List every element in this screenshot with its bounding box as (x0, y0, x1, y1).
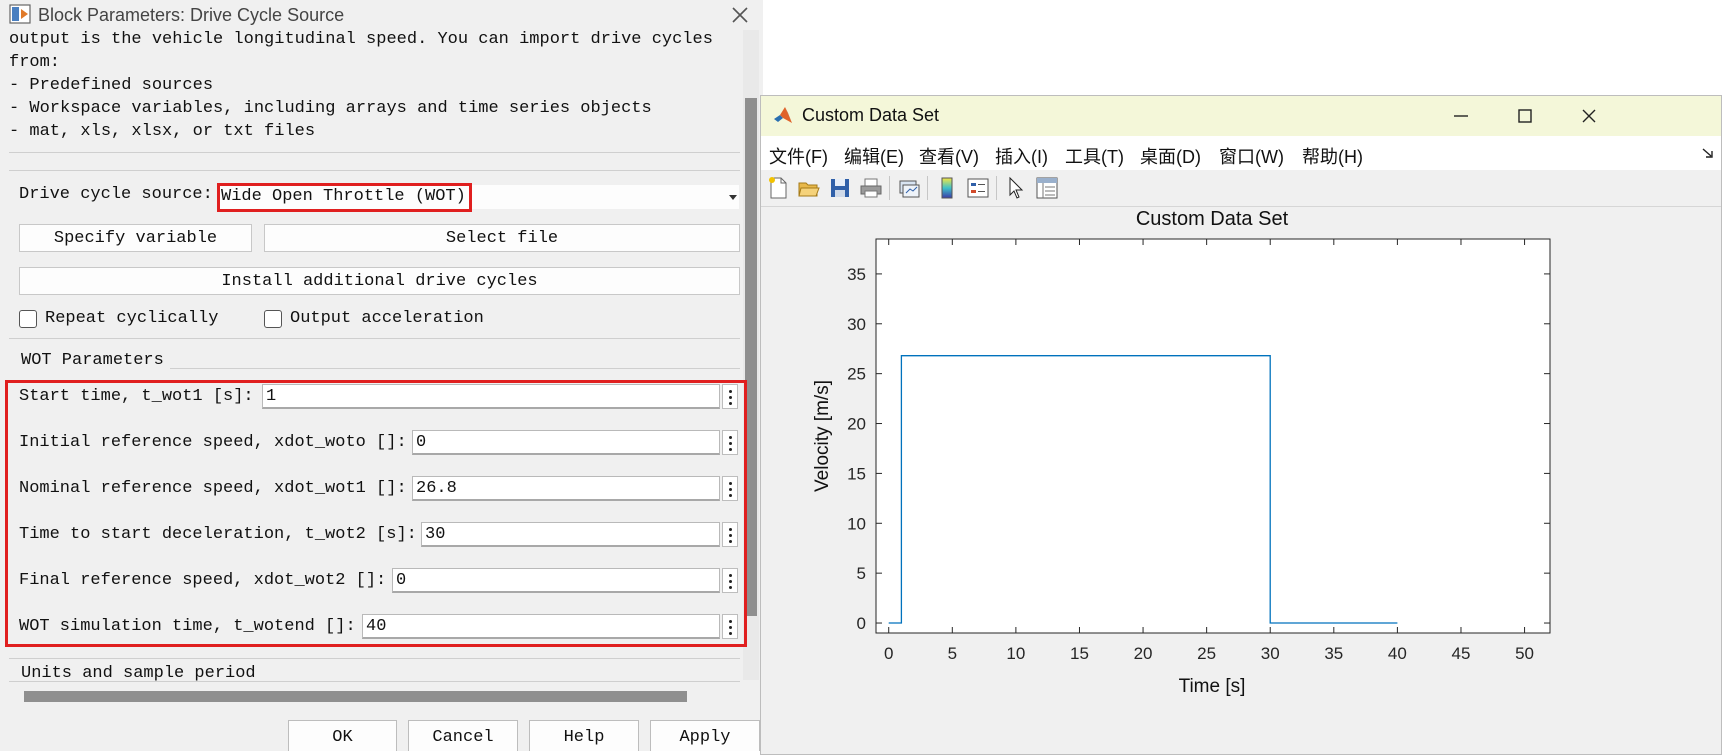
print-icon[interactable] (859, 176, 883, 200)
x-tick-label: 50 (1515, 644, 1534, 663)
separator (9, 152, 740, 153)
menu-window[interactable]: 窗口(W) (1219, 143, 1284, 169)
menu-bar: 文件(F) 编辑(E) 查看(V) 插入(I) 工具(T) 桌面(D) 窗口(W… (761, 136, 1721, 170)
toolbar-separator (927, 176, 928, 200)
figure-toolbar (761, 170, 1721, 207)
source-highlight-box (217, 183, 472, 212)
chart-title: Custom Data Set (1136, 208, 1289, 230)
plot-axes-box (875, 238, 1551, 634)
menu-edit[interactable]: 编辑(E) (844, 143, 904, 169)
y-tick-label: 5 (857, 564, 866, 583)
menu-help[interactable]: 帮助(H) (1302, 143, 1363, 169)
legend-icon[interactable] (966, 176, 990, 200)
close-icon[interactable] (728, 3, 752, 27)
cancel-button[interactable]: Cancel (408, 720, 518, 751)
repeat-cyclically-checkbox[interactable] (19, 310, 37, 328)
figure-window: Custom Data Set 文件(F) 编辑(E) 查看(V) 插入(I) … (760, 95, 1722, 755)
block-parameters-dialog: Block Parameters: Drive Cycle Source out… (0, 0, 763, 751)
help-button[interactable]: Help (529, 720, 639, 751)
menu-file[interactable]: 文件(F) (769, 143, 828, 169)
maximize-icon[interactable] (1509, 100, 1541, 132)
menu-desktop[interactable]: 桌面(D) (1140, 143, 1201, 169)
wot-parameters-heading: WOT Parameters (21, 351, 164, 370)
y-tick-label: 20 (847, 415, 866, 434)
select-file-button[interactable]: Select file (264, 224, 740, 252)
output-acceleration-checkbox[interactable] (264, 310, 282, 328)
ok-button[interactable]: OK (288, 720, 397, 751)
x-tick-label: 30 (1261, 644, 1280, 663)
property-inspector-icon[interactable] (1035, 176, 1059, 200)
link-plot-icon[interactable] (897, 176, 921, 200)
y-tick-label: 10 (847, 514, 866, 533)
separator (9, 338, 740, 339)
description-line: - Workspace variables, including arrays … (9, 99, 652, 118)
install-drive-cycles-button[interactable]: Install additional drive cycles (19, 267, 740, 295)
repeat-cyclically-label: Repeat cyclically (45, 309, 219, 328)
figure-window-title: Custom Data Set (802, 105, 940, 125)
output-acceleration-label: Output acceleration (290, 309, 484, 328)
minimize-icon[interactable] (1445, 100, 1477, 132)
y-axis-label: Velocity [m/s] (812, 380, 833, 492)
open-icon[interactable] (797, 176, 821, 200)
description-line: output is the vehicle longitudinal speed… (9, 30, 713, 49)
y-tick-label: 30 (847, 315, 866, 334)
y-tick-label: 35 (847, 265, 866, 284)
toolbar-separator (996, 176, 997, 200)
save-icon[interactable] (828, 176, 852, 200)
dock-arrow-icon[interactable] (1701, 146, 1715, 160)
pointer-icon[interactable] (1004, 176, 1028, 200)
menu-view[interactable]: 查看(V) (919, 143, 979, 169)
separator (9, 170, 740, 171)
separator (170, 368, 740, 369)
horizontal-scrollbar-thumb[interactable] (24, 691, 687, 702)
menu-insert[interactable]: 插入(I) (995, 143, 1048, 169)
new-figure-icon[interactable] (766, 176, 790, 200)
plot-canvas[interactable]: Custom Data Set 0 5 10 15 20 25 30 35 40 45 50 0 5 1… (761, 207, 1721, 755)
toolbar-separator (889, 176, 890, 200)
drive-cycle-source-label: Drive cycle source: (19, 185, 213, 204)
x-tick-label: 25 (1197, 644, 1216, 663)
dialog-title: Block Parameters: Drive Cycle Source (38, 5, 345, 25)
x-tick-label: 20 (1134, 644, 1153, 663)
x-tick-label: 35 (1324, 644, 1343, 663)
y-tick-label: 15 (847, 464, 866, 483)
separator (9, 658, 740, 659)
figure-titlebar: Custom Data Set (761, 96, 1721, 136)
x-tick-label: 45 (1452, 644, 1471, 663)
x-tick-label: 0 (884, 644, 893, 663)
menu-tools[interactable]: 工具(T) (1065, 143, 1124, 169)
y-tick-label: 0 (857, 614, 866, 633)
x-tick-label: 40 (1388, 644, 1407, 663)
description-line: - mat, xls, xlsx, or txt files (9, 122, 316, 141)
specify-variable-button[interactable]: Specify variable (19, 224, 252, 252)
chevron-down-icon[interactable] (729, 195, 737, 200)
matlab-logo-icon (774, 107, 792, 123)
close-icon[interactable] (1573, 100, 1605, 132)
x-axis-label: Time [s] (1179, 676, 1246, 697)
x-tick-label: 10 (1006, 644, 1025, 663)
simulink-block-icon (9, 4, 31, 24)
y-tick-label: 25 (847, 365, 866, 384)
apply-button[interactable]: Apply (650, 720, 760, 751)
wot-parameters-highlight-box (5, 380, 747, 647)
colorbar-icon[interactable] (935, 176, 959, 200)
x-tick-label: 15 (1070, 644, 1089, 663)
x-tick-label: 5 (948, 644, 957, 663)
description-line: - Predefined sources (9, 76, 214, 95)
description-line: from: (9, 53, 61, 72)
dialog-titlebar: Block Parameters: Drive Cycle Source (0, 0, 763, 30)
separator (9, 681, 740, 682)
